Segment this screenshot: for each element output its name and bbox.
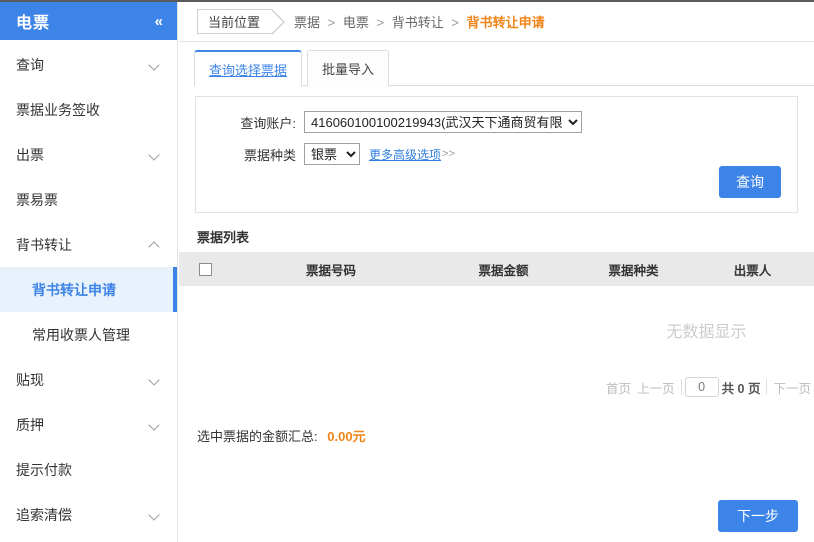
pagination-total-pages: 共 0 页 [721,381,761,396]
sidebar-item-chupiao[interactable]: 出票 [0,132,177,177]
column-header-bill-kind: 票据种类 [576,252,691,286]
sidebar-item-label: 票据业务签收 [16,101,100,118]
sidebar-item-beishuzhuanrang[interactable]: 背书转让 [0,222,177,267]
breadcrumb-separator: > [327,15,336,30]
pagination-divider [680,379,682,395]
breadcrumb-tag: 当前位置 [197,9,286,35]
form-row-account: 查询账户: 416060100100219943(武汉天下通商贸有限公司) [196,111,781,133]
select-all-checkbox[interactable] [198,263,212,277]
bill-list-table: 票据号码 票据金额 票据种类 出票人 [179,252,814,286]
empty-state: 无数据显示 [179,286,814,374]
sidebar-subitem-changyong-shoupiaoren[interactable]: 常用收票人管理 [0,312,177,357]
amount-summary-label: 选中票据的金额汇总: [197,429,318,444]
chevron-down-icon [149,374,161,386]
sidebar-menu: 查询 票据业务签收 出票 票易票 背书转让 背书转让申请 常用收票人管理 贴现 … [0,40,177,542]
pagination-divider [766,379,768,395]
sidebar-item-zhiya[interactable]: 质押 [0,402,177,447]
breadcrumb-item-beishuzhuanrang[interactable]: 背书转让 [392,15,444,30]
sidebar-item-tiexian[interactable]: 贴现 [0,357,177,402]
sidebar-subitem-beishuzhuanrang-shenqing[interactable]: 背书转让申请 [0,267,177,312]
account-select[interactable]: 416060100100219943(武汉天下通商贸有限公司) [304,111,582,133]
sidebar-item-label: 票易票 [16,191,58,208]
chevron-down-icon [149,149,161,161]
column-header-bill-number: 票据号码 [231,252,431,286]
account-label: 查询账户: [240,115,296,131]
bill-kind-select[interactable]: 银票 [304,143,360,165]
sidebar-item-label: 查询 [16,56,44,73]
tab-batch-import[interactable]: 批量导入 [307,50,390,86]
table-header-row: 票据号码 票据金额 票据种类 出票人 [179,252,814,286]
amount-summary: 选中票据的金额汇总: 0.00元 [197,426,814,445]
sidebar-subitem-label: 背书转让申请 [32,281,116,298]
bill-list-title: 票据列表 [197,230,250,245]
sidebar-item-piaoyipiao[interactable]: 票易票 [0,177,177,222]
breadcrumb-current: 背书转让申请 [466,15,545,30]
pagination-first-button[interactable]: 首页 [606,378,631,397]
breadcrumb-separator: > [376,15,385,30]
pagination-next-button[interactable]: 下一页 [773,378,811,397]
query-button[interactable]: 查询 [719,166,781,198]
chevron-up-icon [149,239,161,251]
select-all-header [179,252,231,286]
sidebar-subitem-label: 常用收票人管理 [32,326,130,343]
sidebar-item-label: 出票 [16,146,44,163]
sidebar-item-label: 背书转让 [16,236,72,253]
advanced-options-link[interactable]: 更多高级选项 [369,146,441,163]
sidebar-header: 电票 « [0,2,177,40]
sidebar-item-piaoju-qianshou[interactable]: 票据业务签收 [0,87,177,132]
sidebar-item-jieguo-chaxun[interactable]: 票据业务处理结果查询 [0,537,177,542]
query-form-panel: 查询账户: 416060100100219943(武汉天下通商贸有限公司) 票据… [195,96,798,213]
amount-summary-value: 0.00元 [327,429,366,444]
form-row-bill-kind: 票据种类 银票 更多高级选项 >> [196,143,781,165]
tab-label: 查询选择票据 [209,62,288,78]
tab-label: 批量导入 [322,62,375,77]
sidebar-item-label: 贴现 [16,371,44,388]
empty-state-text: 无数据显示 [666,324,747,341]
column-header-drawer: 出票人 [691,252,814,286]
advanced-options-arrows: >> [442,148,455,160]
tab-bar: 查询选择票据 批量导入 [179,42,814,87]
breadcrumb-separator: > [451,15,459,30]
main-content: 当前位置 票据 > 电票 > 背书转让 > 背书转让申请 查询选择票据 批量导入… [179,2,814,542]
sidebar-item-label: 质押 [16,416,44,433]
double-chevron-left-icon[interactable]: « [155,14,163,29]
column-header-bill-amount: 票据金额 [431,252,576,286]
pagination: 首页 上一页 共 0 页 下一页 [179,374,814,400]
pagination-prev-button[interactable]: 上一页 [637,378,675,397]
breadcrumb-item-dianpiao[interactable]: 电票 [343,15,369,30]
next-step-button[interactable]: 下一步 [718,500,798,532]
sidebar-item-label: 追索清偿 [16,506,72,523]
chevron-down-icon [149,59,161,71]
tab-query-select-bills[interactable]: 查询选择票据 [194,50,303,87]
chevron-down-icon [149,509,161,521]
chevron-down-icon [149,419,161,431]
breadcrumb-item-piaoju[interactable]: 票据 [294,15,320,30]
sidebar: 电票 « 查询 票据业务签收 出票 票易票 背书转让 背书转让申请 常用收票人管… [0,2,178,542]
sidebar-item-label: 提示付款 [16,461,72,478]
sidebar-item-chaxun[interactable]: 查询 [0,42,177,87]
sidebar-item-tishifukuan[interactable]: 提示付款 [0,447,177,492]
breadcrumb: 当前位置 票据 > 电票 > 背书转让 > 背书转让申请 [179,2,814,42]
pagination-page-input[interactable] [684,377,719,397]
advanced-options-label: 更多高级选项 [369,147,442,162]
sidebar-item-zhuisuo-qingchang[interactable]: 追索清偿 [0,492,177,537]
bill-kind-label: 票据种类 [243,147,296,163]
table-header: 票据号码 票据金额 票据种类 出票人 [179,252,814,286]
breadcrumb-path: 票据 > 电票 > 背书转让 > 背书转让申请 [294,12,545,31]
sidebar-title: 电票 [16,15,51,32]
application-window: 电票 « 查询 票据业务签收 出票 票易票 背书转让 背书转让申请 常用收票人管… [0,0,814,542]
